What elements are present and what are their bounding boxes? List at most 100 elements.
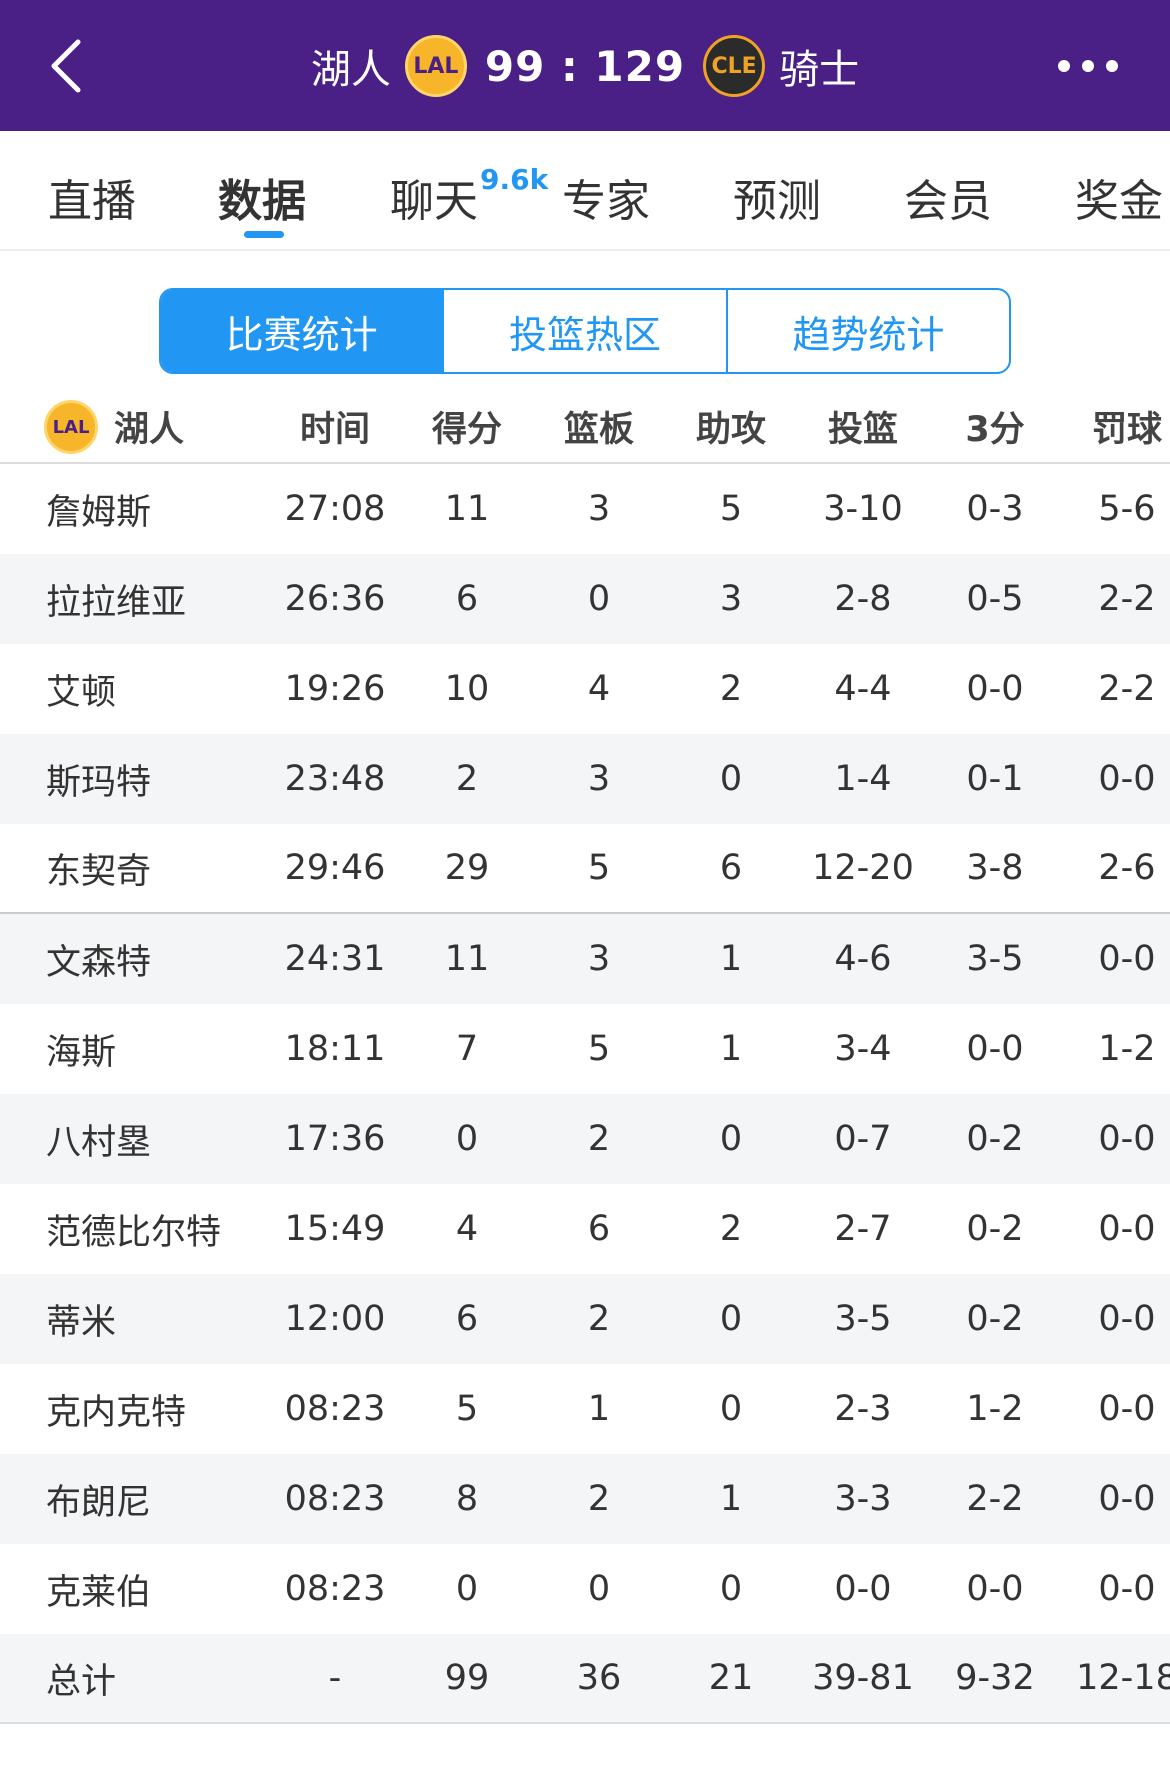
tab-live[interactable]: 直播: [48, 165, 136, 229]
stat-time: 08:23: [284, 1389, 386, 1429]
stat-rebounds: 0: [587, 579, 611, 619]
stat-3pt: 0-0: [966, 1029, 1024, 1069]
player-name[interactable]: 蒂米: [46, 1274, 116, 1364]
tab-chat[interactable]: 聊天: [390, 165, 478, 229]
player-name[interactable]: 拉拉维亚: [46, 554, 186, 644]
player-name[interactable]: 范德比尔特: [46, 1184, 221, 1274]
stat-points: 0: [455, 1119, 479, 1159]
stat-points: 10: [444, 669, 490, 709]
stat-rebounds: 2: [587, 1299, 611, 1339]
stat-time: 24:31: [284, 939, 386, 979]
segment-shot-chart[interactable]: 投篮热区: [442, 290, 725, 372]
stat-fg: 3-4: [834, 1029, 892, 1069]
table-row: 文森特 24:31 11 3 1 4-6 3-5 0-0: [0, 914, 1170, 1004]
stat-points: 29: [444, 848, 490, 888]
stat-ft: 0-0: [1098, 1569, 1156, 1609]
table-row: 海斯 18:11 7 5 1 3-4 0-0 1-2: [0, 1004, 1170, 1094]
player-name[interactable]: 文森特: [46, 914, 151, 1004]
stat-rebounds: 2: [587, 1119, 611, 1159]
stat-assists: 0: [719, 1569, 743, 1609]
stat-rebounds: 3: [587, 759, 611, 799]
stat-points: 11: [444, 489, 490, 529]
tab-prediction[interactable]: 预测: [733, 165, 821, 229]
player-name[interactable]: 斯玛特: [46, 734, 151, 824]
stat-ft: 0-0: [1098, 1299, 1156, 1339]
stat-points: 5: [455, 1389, 479, 1429]
segment-trend-stats[interactable]: 趋势统计: [725, 290, 1009, 372]
stat-3pt: 0-1: [966, 759, 1024, 799]
table-header: LAL 湖人 时间 得分 篮板 助攻 投篮 3分 罚球: [0, 390, 1170, 464]
stat-assists: 5: [719, 489, 743, 529]
stat-3pt: 0-2: [966, 1119, 1024, 1159]
player-name[interactable]: 克内克特: [46, 1364, 186, 1454]
lakers-logo: LAL: [404, 35, 467, 97]
stat-rebounds: 36: [576, 1658, 622, 1698]
stat-points: 6: [455, 579, 479, 619]
player-name[interactable]: 詹姆斯: [46, 464, 151, 554]
stat-assists: 6: [719, 848, 743, 888]
stat-rebounds: 5: [587, 1029, 611, 1069]
lakers-logo: LAL: [44, 400, 98, 454]
stat-points: 8: [455, 1479, 479, 1519]
tab-membership[interactable]: 会员: [904, 165, 992, 229]
player-name[interactable]: 布朗尼: [46, 1454, 151, 1544]
col-header-3pt: 3分: [965, 409, 1025, 450]
player-name[interactable]: 克莱伯: [46, 1544, 151, 1634]
active-tab-indicator: [244, 231, 284, 238]
stat-points: 6: [455, 1299, 479, 1339]
segment-game-stats[interactable]: 比赛统计: [161, 290, 443, 372]
stat-3pt: 0-2: [966, 1299, 1024, 1339]
stat-time: 17:36: [284, 1119, 386, 1159]
stat-3pt: 0-0: [966, 1569, 1024, 1609]
stat-fg: 3-3: [834, 1479, 892, 1519]
player-name[interactable]: 东契奇: [46, 824, 151, 912]
stat-points: 11: [444, 939, 490, 979]
stat-ft: 2-2: [1098, 579, 1156, 619]
tab-bar: 直播 数据 聊天 9.6k 专家 预测 会员 奖金: [0, 131, 1170, 251]
player-name[interactable]: 海斯: [46, 1004, 116, 1094]
stat-time: -: [328, 1658, 342, 1698]
game-header: 湖人 LAL 99 : 129 CLE 骑士: [0, 0, 1170, 131]
col-header-time: 时间: [299, 409, 370, 450]
stat-3pt: 0-5: [966, 579, 1024, 619]
score: 99 : 129: [484, 41, 686, 91]
stat-assists: 0: [719, 1389, 743, 1429]
stat-3pt: 3-5: [966, 939, 1024, 979]
stat-time: 08:23: [284, 1569, 386, 1609]
tab-experts[interactable]: 专家: [562, 165, 650, 229]
stat-rebounds: 4: [587, 669, 611, 709]
stat-3pt: 0-3: [966, 489, 1024, 529]
table-row: 蒂米 12:00 6 2 0 3-5 0-2 0-0: [0, 1274, 1170, 1364]
stat-fg: 1-4: [834, 759, 892, 799]
stat-3pt: 9-32: [955, 1658, 1035, 1698]
table-row: 拉拉维亚 26:36 6 0 3 2-8 0-5 2-2: [0, 554, 1170, 644]
stat-assists: 1: [719, 939, 743, 979]
stat-assists: 2: [719, 1209, 743, 1249]
stat-points: 4: [455, 1209, 479, 1249]
table-row: 克莱伯 08:23 0 0 0 0-0 0-0 0-0: [0, 1544, 1170, 1634]
table-row: 斯玛特 23:48 2 3 0 1-4 0-1 0-0: [0, 734, 1170, 824]
stat-assists: 21: [708, 1658, 754, 1698]
stat-time: 26:36: [284, 579, 386, 619]
home-team-name: 湖人: [310, 47, 391, 93]
player-name[interactable]: 艾顿: [46, 644, 116, 734]
player-name: 总计: [46, 1661, 117, 1702]
stat-time: 18:11: [284, 1029, 386, 1069]
tab-data[interactable]: 数据: [218, 165, 306, 229]
stat-assists: 0: [719, 759, 743, 799]
more-options-icon[interactable]: [1054, 50, 1122, 82]
table-row: 东契奇 29:46 29 5 6 12-20 3-8 2-6: [0, 824, 1170, 914]
stat-ft: 2-2: [1098, 669, 1156, 709]
stat-time: 19:26: [284, 669, 386, 709]
tab-bonus[interactable]: 奖金: [1075, 165, 1163, 229]
stat-time: 15:49: [284, 1209, 386, 1249]
stat-fg: 0-0: [834, 1569, 892, 1609]
stat-assists: 0: [719, 1119, 743, 1159]
stat-points: 0: [455, 1569, 479, 1609]
stats-segmented-control: 比赛统计 投篮热区 趋势统计: [159, 288, 1011, 374]
stat-assists: 3: [719, 579, 743, 619]
player-name[interactable]: 八村塁: [46, 1094, 151, 1184]
stat-ft: 0-0: [1098, 1209, 1156, 1249]
stat-assists: 1: [719, 1029, 743, 1069]
col-header-ft: 罚球: [1091, 409, 1162, 450]
